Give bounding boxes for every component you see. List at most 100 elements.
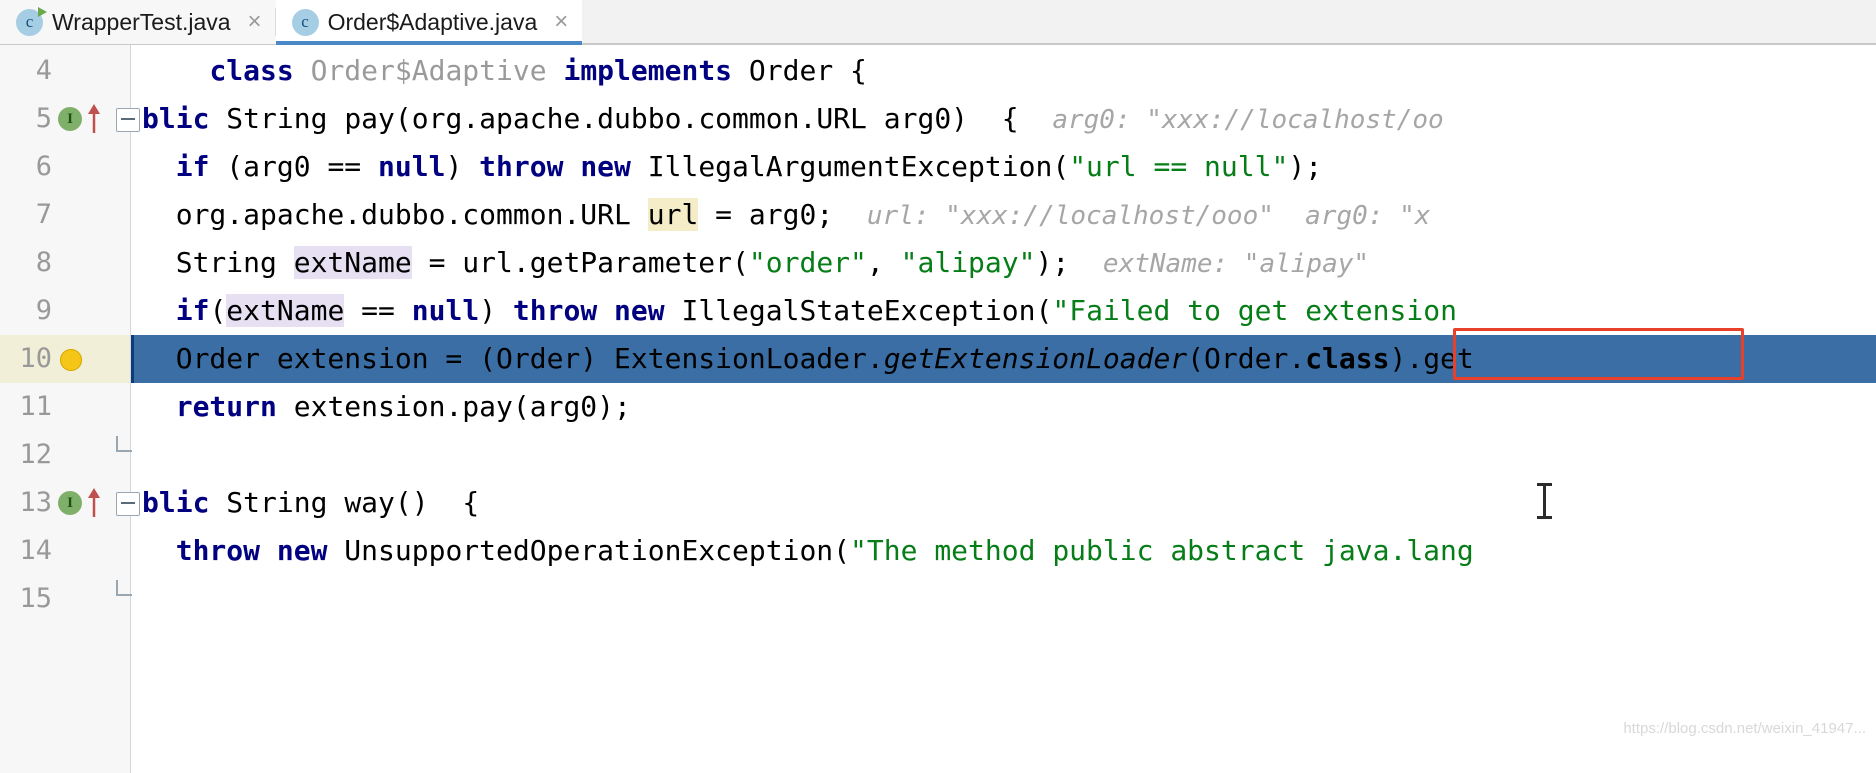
line-number: 15 xyxy=(19,583,52,614)
java-class-icon: c xyxy=(16,6,47,36)
code-token: String xyxy=(226,102,345,135)
code-token: UnsupportedOperationException( xyxy=(344,534,851,567)
code-token: String xyxy=(226,486,345,519)
code-token: getExtensionLoader xyxy=(883,342,1188,375)
code-token: extName xyxy=(226,294,345,327)
code-line-text[interactable]: blic String pay(org.apache.dubbo.common.… xyxy=(142,95,1876,144)
code-token: null xyxy=(411,294,480,327)
code-line-text[interactable]: Order extension = (Order) ExtensionLoade… xyxy=(142,335,1876,383)
code-token: way() { xyxy=(344,486,480,519)
code-token: extName: "alipay" xyxy=(1102,249,1370,279)
code-token: extName xyxy=(293,246,412,279)
tab-label: WrapperTest.java xyxy=(52,8,231,35)
code-token: org.apache.dubbo.common.URL xyxy=(142,198,648,231)
line-number: 13 xyxy=(19,487,52,518)
line-number: 10 xyxy=(19,343,52,374)
code-token: class xyxy=(209,54,311,87)
code-token: ( xyxy=(209,294,227,327)
code-line[interactable]: 4 class Order$Adaptive implements Order … xyxy=(0,47,1876,95)
code-editor[interactable]: 4 class Order$Adaptive implements Order … xyxy=(0,45,1876,773)
code-line[interactable]: 15 xyxy=(0,575,1876,623)
run-arrow-icon xyxy=(38,6,47,17)
code-token: ) xyxy=(479,294,513,327)
text-cursor-icon xyxy=(1535,481,1553,521)
code-fold-collapse-icon[interactable] xyxy=(116,492,140,516)
code-token: = url.getParameter( xyxy=(411,246,749,279)
code-token: "order" xyxy=(748,246,867,279)
line-number: 8 xyxy=(35,247,52,278)
code-line-text[interactable]: return extension.pay(arg0); xyxy=(142,383,1876,431)
code-token: = arg0; xyxy=(698,198,867,231)
java-class-icon-letter: c xyxy=(25,12,34,31)
tab-order-adaptive-java[interactable]: c Order$Adaptive.java × xyxy=(275,0,583,45)
java-class-icon: c xyxy=(291,8,319,36)
code-token: ); xyxy=(1288,150,1323,183)
code-token: arg0: "xxx://localhost/oo xyxy=(1052,105,1444,135)
code-fold-collapse-icon[interactable] xyxy=(116,108,140,132)
code-token: class xyxy=(1305,342,1390,375)
code-token: "url == null" xyxy=(1069,150,1289,183)
code-token: if xyxy=(175,150,227,183)
code-token: ); xyxy=(1035,246,1103,279)
implements-method-icon[interactable]: I xyxy=(58,491,82,515)
override-up-arrow-icon[interactable] xyxy=(86,487,102,519)
code-token: , xyxy=(866,246,901,279)
close-icon[interactable]: × xyxy=(248,10,262,34)
code-line-text[interactable]: if(extName == null) throw new IllegalSta… xyxy=(142,287,1876,335)
line-number: 4 xyxy=(35,55,52,86)
code-line[interactable]: 6 if (arg0 == null) throw new IllegalArg… xyxy=(0,143,1876,191)
implements-method-icon[interactable]: I xyxy=(58,107,82,131)
line-number: 11 xyxy=(19,391,52,422)
code-token: blic xyxy=(142,102,227,135)
code-line-text[interactable]: blic String way() { xyxy=(142,479,1876,527)
override-up-arrow-icon[interactable] xyxy=(86,103,102,135)
code-token: IllegalStateException( xyxy=(681,294,1053,327)
code-token: throw new xyxy=(479,150,648,183)
code-token: throw new xyxy=(512,294,682,327)
code-token: Order { xyxy=(748,54,867,87)
code-token: "The method public abstract java.lang xyxy=(850,534,1474,567)
code-line-text[interactable]: throw new UnsupportedOperationException(… xyxy=(142,527,1876,575)
editor-tab-bar: c WrapperTest.java × c Order$Adaptive.ja… xyxy=(0,0,1876,45)
code-token: Order extension = (Order) ExtensionLoade… xyxy=(142,342,884,375)
close-icon[interactable]: × xyxy=(554,10,568,34)
tab-label: Order$Adaptive.java xyxy=(327,8,538,35)
code-line[interactable]: 10 Order extension = (Order) ExtensionLo… xyxy=(0,335,1876,383)
code-line-text[interactable]: String extName = url.getParameter("order… xyxy=(142,239,1876,288)
code-token: blic xyxy=(142,486,227,519)
code-line-text[interactable]: org.apache.dubbo.common.URL url = arg0; … xyxy=(142,191,1876,240)
tab-wrappertest-java[interactable]: c WrapperTest.java × xyxy=(0,0,276,44)
intention-lightbulb-icon[interactable] xyxy=(60,349,82,371)
code-line[interactable]: 11 return extension.pay(arg0); xyxy=(0,383,1876,431)
java-class-icon-letter: c xyxy=(301,12,309,31)
watermark-text: https://blog.csdn.net/weixin_41947... xyxy=(1623,720,1866,737)
code-fold-end-icon[interactable] xyxy=(116,436,138,458)
code-token: String xyxy=(142,246,294,279)
code-line[interactable]: 5 Iblic String pay(org.apache.dubbo.commo… xyxy=(0,95,1876,143)
line-number: 12 xyxy=(19,439,52,470)
code-token: (arg0 == xyxy=(226,150,379,183)
code-line[interactable]: 14 throw new UnsupportedOperationExcepti… xyxy=(0,527,1876,575)
tab-bar-empty-area xyxy=(582,0,1876,44)
code-line[interactable]: 7 org.apache.dubbo.common.URL url = arg0… xyxy=(0,191,1876,239)
code-token: if xyxy=(175,294,210,327)
code-line[interactable]: 12 xyxy=(0,431,1876,479)
line-number: 14 xyxy=(19,535,52,566)
code-line[interactable]: 9 if(extName == null) throw new IllegalS… xyxy=(0,287,1876,335)
code-token: pay(org.apache.dubbo.common.URL arg0) { xyxy=(344,102,1053,135)
code-token: "Failed to get extension xyxy=(1052,294,1457,327)
code-token: implements xyxy=(563,54,749,87)
line-number: 7 xyxy=(35,199,52,230)
code-line-text[interactable]: if (arg0 == null) throw new IllegalArgum… xyxy=(142,143,1876,191)
code-line[interactable]: 13 Iblic String way() { xyxy=(0,479,1876,527)
code-fold-end-icon[interactable] xyxy=(116,580,138,602)
code-token: (Order. xyxy=(1187,342,1306,375)
code-line[interactable]: 8 String extName = url.getParameter("ord… xyxy=(0,239,1876,287)
code-token: "alipay" xyxy=(900,246,1036,279)
code-line-text[interactable]: class Order$Adaptive implements Order { xyxy=(142,47,1876,95)
code-token: ).get xyxy=(1389,342,1474,375)
code-token: url: "xxx://localhost/ooo" arg0: "x xyxy=(866,201,1431,231)
